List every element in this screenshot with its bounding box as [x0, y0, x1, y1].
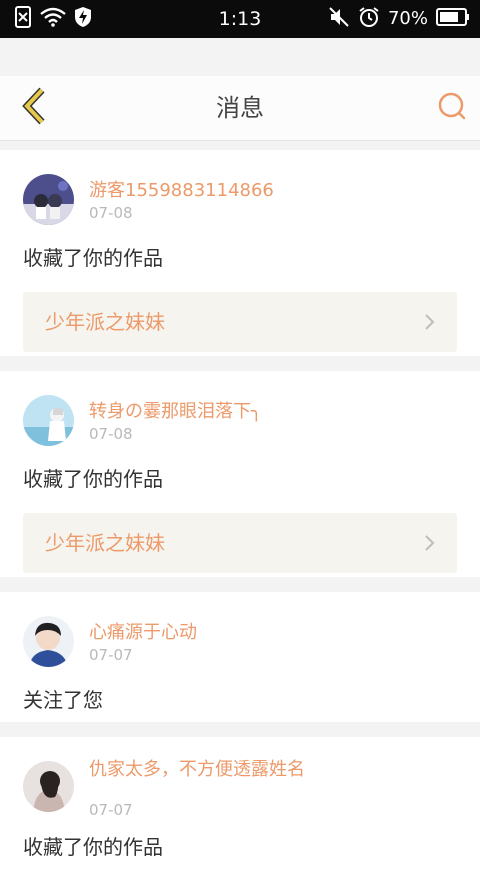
message-card: 仇家太多，不方便透露姓名 07-07 收藏了你的作品	[0, 737, 480, 887]
work-title: 少年派之妹妹	[45, 310, 165, 334]
avatar[interactable]	[23, 616, 74, 667]
message-date: 07-07	[89, 801, 133, 819]
avatar[interactable]	[23, 395, 74, 446]
work-link[interactable]: 少年派之妹妹	[23, 292, 457, 352]
message-action: 关注了您	[23, 688, 103, 712]
message-user-row[interactable]: 心痛源于心动 07-07	[0, 592, 480, 680]
message-card: 转身の霎那眼泪落下╮ 07-08 收藏了你的作品 少年派之妹妹	[0, 371, 480, 577]
status-bar: 1:13 70%	[0, 0, 480, 38]
avatar[interactable]	[23, 761, 74, 812]
message-list: 游客1559883114866 07-08 收藏了你的作品 少年派之妹妹 转身の…	[0, 150, 480, 887]
work-title: 少年派之妹妹	[45, 531, 165, 555]
header-spacer	[0, 38, 480, 76]
message-action: 收藏了你的作品	[23, 246, 163, 270]
username[interactable]: 心痛源于心动	[89, 622, 197, 644]
chevron-right-icon	[423, 313, 437, 331]
search-button[interactable]	[434, 90, 470, 126]
nav-bar: 消息	[0, 76, 480, 141]
battery-percent: 70%	[387, 8, 428, 29]
message-date: 07-07	[89, 646, 133, 664]
work-link[interactable]: 少年派之妹妹	[23, 513, 457, 573]
username[interactable]: 转身の霎那眼泪落下╮	[89, 401, 262, 423]
avatar[interactable]	[23, 174, 74, 225]
message-action: 收藏了你的作品	[23, 467, 163, 491]
username[interactable]: 仇家太多，不方便透露姓名	[89, 759, 321, 781]
message-user-row[interactable]: 游客1559883114866 07-08	[0, 150, 480, 238]
alarm-icon	[358, 6, 380, 32]
message-action: 收藏了你的作品	[23, 835, 163, 859]
search-icon	[437, 91, 467, 125]
message-user-row[interactable]: 转身の霎那眼泪落下╮ 07-08	[0, 371, 480, 459]
message-card: 心痛源于心动 07-07 关注了您	[0, 592, 480, 722]
message-card: 游客1559883114866 07-08 收藏了你的作品 少年派之妹妹	[0, 150, 480, 356]
message-date: 07-08	[89, 204, 133, 222]
page-title: 消息	[216, 94, 264, 122]
mute-icon	[328, 6, 350, 32]
chevron-right-icon	[423, 534, 437, 552]
battery-icon	[436, 8, 470, 30]
message-user-row[interactable]: 仇家太多，不方便透露姓名 07-07	[0, 737, 480, 819]
username[interactable]: 游客1559883114866	[89, 180, 274, 202]
message-date: 07-08	[89, 425, 133, 443]
